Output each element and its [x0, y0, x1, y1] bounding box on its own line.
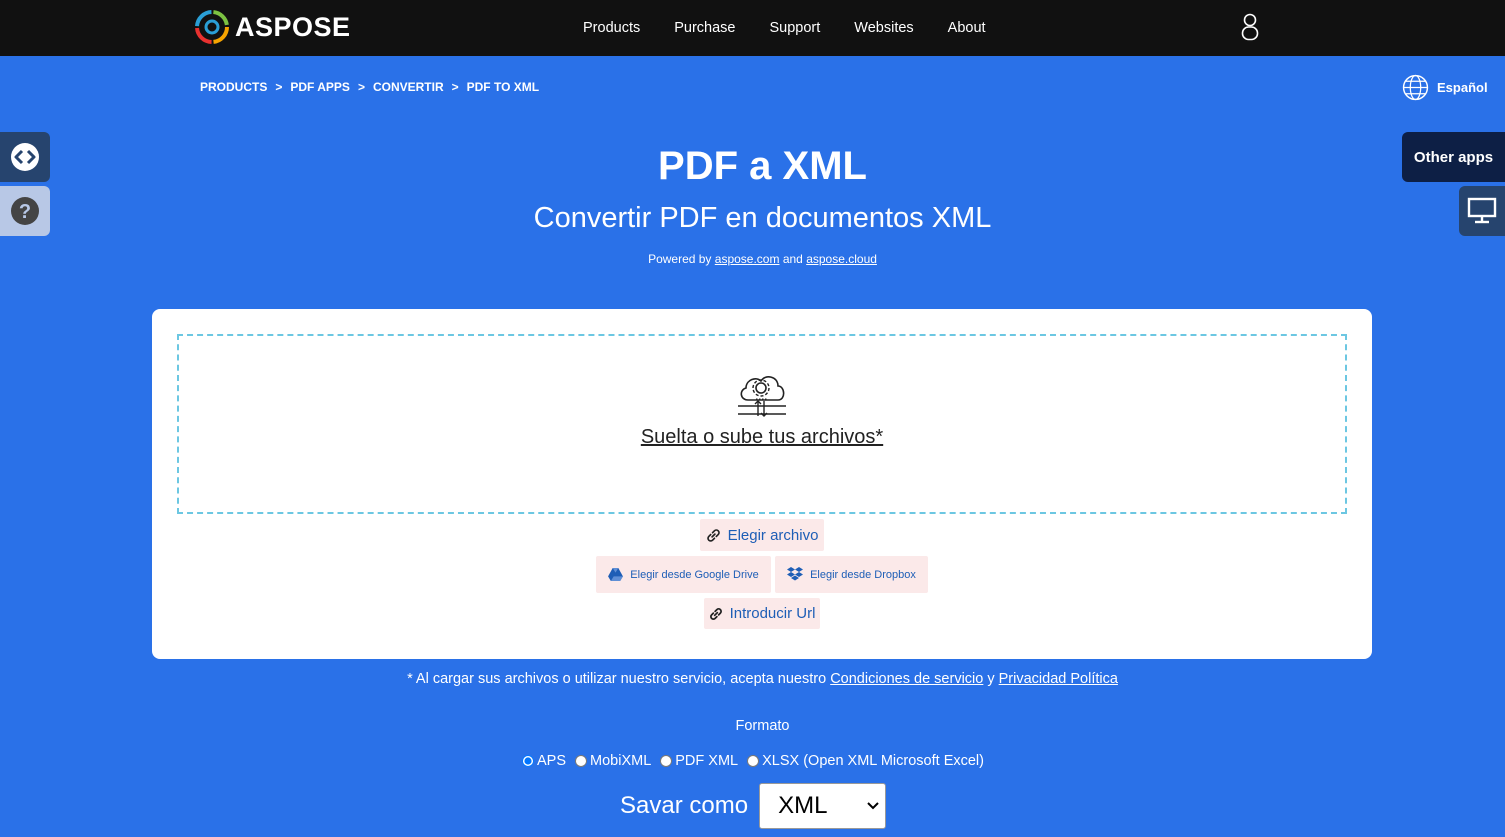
nav-websites[interactable]: Websites [837, 20, 930, 36]
google-drive-button[interactable]: Elegir desde Google Drive [596, 556, 771, 593]
save-as-label: Savar como [620, 792, 749, 819]
format-option-aps[interactable]: APS [522, 753, 566, 769]
save-as-value: XML [778, 792, 828, 819]
format-option-mobixml[interactable]: MobiXML [575, 753, 651, 769]
terms-of-service-link[interactable]: Condiciones de servicio [830, 671, 983, 687]
save-as-select[interactable]: XML [759, 783, 887, 829]
aspose-cloud-link[interactable]: aspose.cloud [806, 252, 877, 266]
terms-notice: * Al cargar sus archivos o utilizar nues… [0, 671, 1505, 687]
dropbox-icon [787, 567, 804, 581]
dropbox-button[interactable]: Elegir desde Dropbox [775, 556, 928, 593]
format-option-label: APS [537, 753, 567, 769]
breadcrumb-pdf-to-xml: PDF TO XML [466, 80, 540, 94]
powered-and: and [782, 252, 803, 266]
breadcrumb-separator: > [451, 80, 459, 94]
globe-icon [1402, 74, 1429, 101]
logo-text: ASPOSE [235, 11, 351, 42]
user-icon[interactable] [1238, 13, 1262, 41]
aspose-swirl-logo-icon [195, 10, 229, 44]
page-subtitle: Convertir PDF en documentos XML [533, 202, 992, 234]
terms-and: y [987, 671, 995, 687]
google-drive-icon [608, 568, 624, 581]
main-nav: Products Purchase Support Websites About [566, 0, 1003, 56]
dropbox-label: Elegir desde Dropbox [810, 568, 916, 581]
format-radio-xlsx[interactable] [747, 755, 760, 767]
format-options: APS MobiXML PDF XML XLSX (Open XML Micro… [522, 753, 993, 769]
format-option-label: XLSX (Open XML Microsoft Excel) [762, 753, 984, 769]
privacy-policy-link[interactable]: Privacidad Política [999, 671, 1118, 687]
file-dropzone[interactable]: Suelta o sube tus archivos* [177, 334, 1347, 514]
breadcrumb-separator: > [357, 80, 365, 94]
upload-card: Suelta o sube tus archivos* Elegir archi… [152, 309, 1372, 659]
save-as-row: Savar como XML [620, 783, 887, 829]
page-title: PDF a XML [658, 144, 867, 188]
aspose-com-link[interactable]: aspose.com [715, 252, 780, 266]
format-option-label: MobiXML [590, 753, 652, 769]
nav-products[interactable]: Products [566, 20, 657, 36]
cloud-upload-icon [738, 376, 786, 417]
breadcrumb-convertir[interactable]: CONVERTIR [373, 80, 444, 94]
format-radio-aps[interactable] [522, 755, 534, 767]
format-option-xlsx[interactable]: XLSX (Open XML Microsoft Excel) [747, 753, 984, 769]
format-radio-pdfxml[interactable] [660, 755, 673, 767]
language-selector[interactable]: Español [1402, 74, 1488, 101]
link-icon [709, 607, 722, 620]
enter-url-button[interactable]: Introducir Url [704, 598, 820, 629]
chevron-down-icon [867, 802, 879, 810]
nav-purchase[interactable]: Purchase [657, 20, 752, 36]
aspose-logo[interactable]: ASPOSE [195, 9, 351, 45]
format-option-label: PDF XML [675, 753, 739, 769]
enter-url-label: Introducir Url [729, 605, 816, 622]
choose-file-label: Elegir archivo [727, 526, 819, 544]
choose-file-button[interactable]: Elegir archivo [700, 519, 824, 551]
breadcrumb: PRODUCTS > PDF APPS > CONVERTIR > PDF TO… [200, 80, 539, 94]
format-label: Formato [735, 718, 790, 734]
powered-by: Powered by aspose.com and aspose.cloud [0, 252, 1505, 266]
breadcrumb-products[interactable]: PRODUCTS [200, 80, 267, 94]
top-navbar: ASPOSE Products Purchase Support Website… [0, 0, 1505, 56]
powered-prefix: Powered by [648, 252, 712, 266]
terms-prefix: * Al cargar sus archivos o utilizar nues… [407, 671, 827, 687]
nav-about[interactable]: About [931, 20, 1003, 36]
format-option-pdfxml[interactable]: PDF XML [660, 753, 738, 769]
breadcrumb-pdf-apps[interactable]: PDF APPS [290, 80, 350, 94]
breadcrumb-separator: > [275, 80, 283, 94]
google-drive-label: Elegir desde Google Drive [630, 568, 759, 581]
link-icon [706, 528, 720, 542]
nav-support[interactable]: Support [753, 20, 838, 36]
format-radio-mobixml[interactable] [575, 755, 588, 767]
drop-files-text[interactable]: Suelta o sube tus archivos* [179, 426, 1345, 449]
language-label: Español [1437, 80, 1488, 95]
